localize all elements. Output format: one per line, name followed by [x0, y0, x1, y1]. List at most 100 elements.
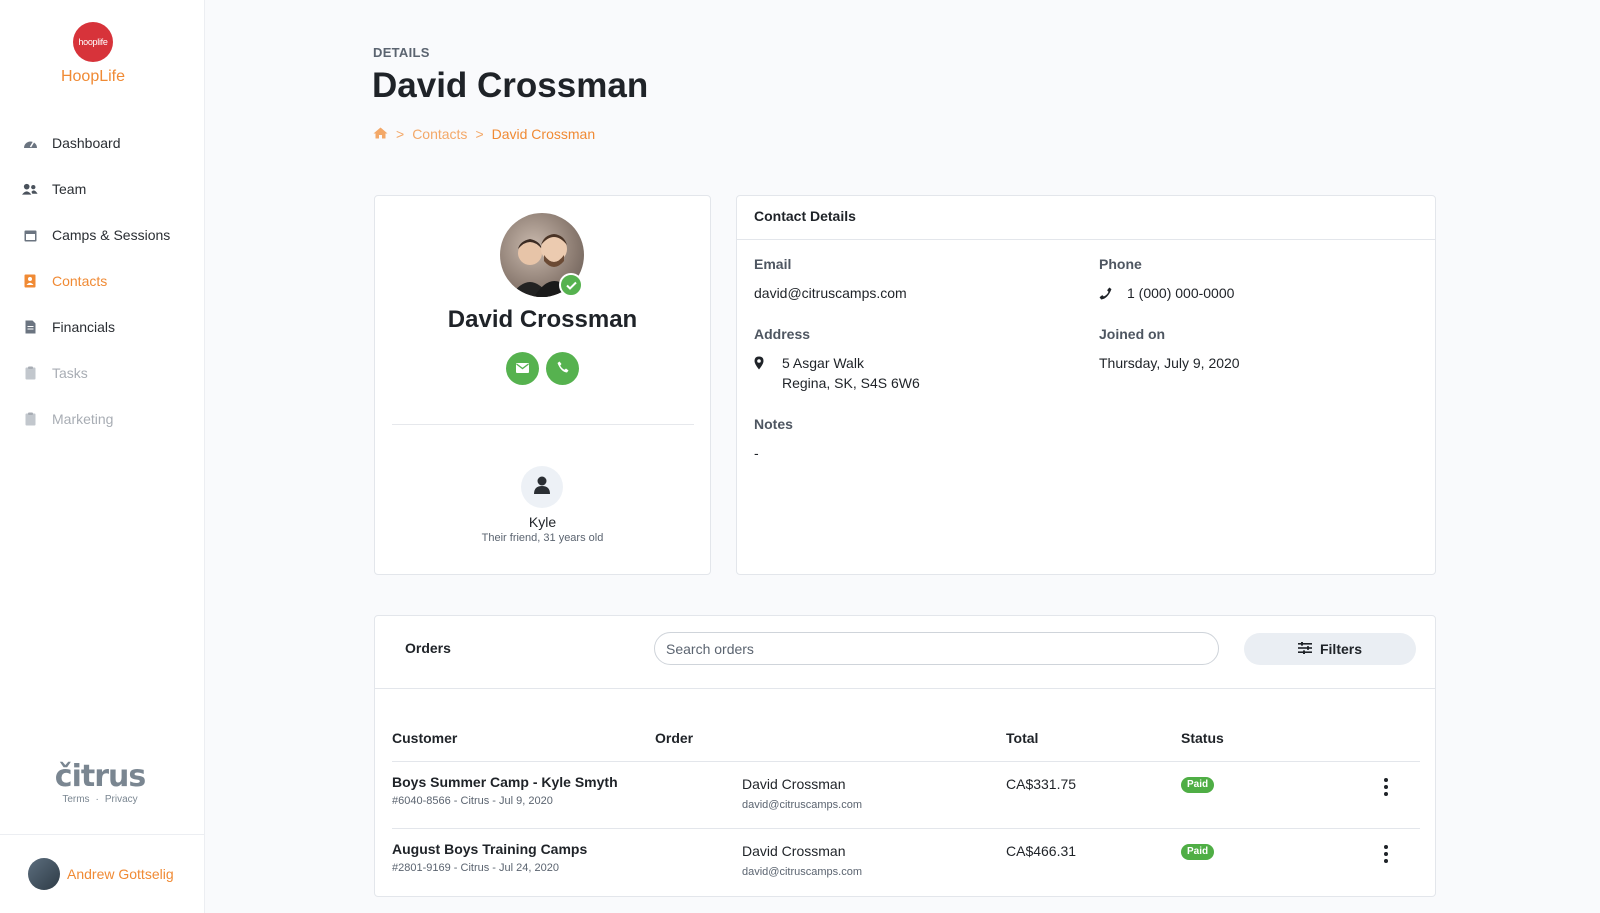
sidebar-item-label: Camps & Sessions: [52, 227, 171, 243]
order-email: david@citruscamps.com: [742, 799, 862, 811]
sliders-icon: [1297, 641, 1320, 657]
row-menu-button[interactable]: [1380, 845, 1392, 863]
email-field: Email david@citruscamps.com: [754, 256, 907, 303]
map-pin-icon: [754, 353, 782, 393]
order-title[interactable]: August Boys Training Camps: [392, 841, 587, 857]
search-input[interactable]: [654, 632, 1219, 665]
team-icon: [22, 181, 38, 197]
calendar-icon: [22, 227, 38, 243]
joined-label: Joined on: [1099, 326, 1166, 342]
breadcrumb: > Contacts > David Crossman: [373, 126, 595, 142]
contact-details-card: Contact Details Email david@citruscamps.…: [736, 195, 1436, 575]
status-badge: Paid: [1181, 844, 1215, 860]
kebab-dot: [1384, 785, 1388, 789]
joined-value: Thursday, July 9, 2020: [1099, 355, 1240, 371]
kebab-dot: [1384, 845, 1388, 849]
phone-label: Phone: [1099, 256, 1142, 272]
clipboard-icon: [22, 365, 38, 381]
sidebar-item-label: Marketing: [52, 411, 114, 427]
sidebar-item-label: Dashboard: [52, 135, 121, 151]
person-icon: [534, 476, 550, 499]
orders-title: Orders: [405, 640, 451, 656]
kebab-dot: [1384, 792, 1388, 796]
order-meta: #2801-9169 - Citrus - Jul 24, 2020: [392, 862, 559, 874]
page-title: David Crossman: [372, 66, 649, 105]
home-icon[interactable]: [373, 126, 388, 142]
column-header-status[interactable]: Status: [1181, 730, 1224, 746]
footer-separator: ·: [95, 794, 99, 805]
notes-field: Notes -: [754, 416, 793, 463]
sidebar-item-tasks[interactable]: Tasks: [22, 350, 170, 396]
email-label: Email: [754, 256, 792, 272]
order-title[interactable]: Boys Summer Camp - Kyle Smyth: [392, 774, 618, 790]
contact-details-heading: Contact Details: [737, 196, 1435, 240]
breadcrumb-contacts[interactable]: Contacts: [412, 126, 467, 142]
kebab-dot: [1384, 852, 1388, 856]
sidebar-item-camps-sessions[interactable]: Camps & Sessions: [22, 212, 170, 258]
email-value[interactable]: david@citruscamps.com: [754, 283, 907, 303]
call-button[interactable]: [546, 352, 579, 385]
column-header-order[interactable]: Order: [655, 730, 693, 746]
friend-name[interactable]: Kyle: [375, 514, 710, 530]
privacy-link[interactable]: Privacy: [105, 794, 138, 805]
phone-value[interactable]: 1 (000) 000-0000: [1127, 283, 1234, 305]
sidebar-item-marketing[interactable]: Marketing: [22, 396, 170, 442]
user-name: Andrew Gottselig: [67, 866, 174, 882]
footer-links: Terms · Privacy: [0, 794, 200, 805]
filters-button[interactable]: Filters: [1244, 633, 1416, 665]
sidebar-item-financials[interactable]: Financials: [22, 304, 170, 350]
order-customer: David Crossman: [742, 776, 846, 792]
breadcrumb-separator: >: [475, 126, 484, 142]
address-line-2: Regina, SK, S4S 6W6: [782, 375, 920, 391]
order-total: CA$331.75: [1006, 776, 1077, 792]
phone-icon: [557, 360, 569, 378]
orders-card: Orders Filters Customer Order Total Stat…: [374, 615, 1436, 897]
notes-label: Notes: [754, 416, 793, 432]
order-customer: David Crossman: [742, 843, 846, 859]
friend-avatar[interactable]: [521, 466, 563, 508]
sidebar-item-dashboard[interactable]: Dashboard: [22, 120, 170, 166]
filters-label: Filters: [1319, 641, 1362, 657]
column-header-customer[interactable]: Customer: [392, 730, 457, 746]
terms-link[interactable]: Terms: [62, 794, 89, 805]
order-email: david@citruscamps.com: [742, 866, 862, 878]
order-meta: #6040-8566 - Citrus - Jul 9, 2020: [392, 795, 553, 807]
sidebar: hooplife HoopLife Dashboard Team Camps &…: [0, 0, 205, 913]
contacts-icon: [22, 273, 38, 289]
email-button[interactable]: [506, 352, 539, 385]
sidebar-item-label: Team: [52, 181, 87, 197]
profile-divider: [392, 424, 694, 425]
phone-field: Phone 1 (000) 000-0000: [1099, 256, 1234, 305]
phone-icon: [1099, 283, 1127, 305]
sidebar-item-label: Contacts: [52, 273, 108, 289]
kebab-dot: [1384, 859, 1388, 863]
contact-actions: [506, 352, 579, 385]
page-eyebrow: DETAILS: [373, 45, 430, 60]
sidebar-nav: Dashboard Team Camps & Sessions Contacts…: [22, 120, 170, 442]
row-menu-button[interactable]: [1380, 778, 1392, 796]
brand-name: HoopLife: [60, 68, 126, 85]
envelope-icon: [516, 360, 529, 378]
row-divider: [392, 761, 1420, 762]
verified-check-icon: [559, 273, 583, 297]
address-field: Address 5 Asgar Walk Regina, SK, S4S 6W6: [754, 326, 920, 393]
clipboard-icon: [22, 411, 38, 427]
citrus-logo: čitrus: [54, 759, 146, 794]
sidebar-item-team[interactable]: Team: [22, 166, 170, 212]
column-header-total[interactable]: Total: [1006, 730, 1038, 746]
sidebar-item-contacts[interactable]: Contacts: [22, 258, 170, 304]
address-line-1: 5 Asgar Walk: [782, 355, 864, 371]
current-user[interactable]: Andrew Gottselig: [0, 834, 205, 913]
sidebar-item-label: Financials: [52, 319, 116, 335]
orders-divider: [375, 688, 1435, 689]
profile-card: David Crossman Kyle Their friend, 31 yea…: [374, 195, 711, 575]
document-icon: [22, 319, 38, 335]
hooplife-logo[interactable]: hooplife: [73, 22, 113, 62]
joined-field: Joined on Thursday, July 9, 2020: [1099, 326, 1240, 373]
breadcrumb-current: David Crossman: [491, 126, 596, 142]
breadcrumb-separator: >: [396, 126, 405, 142]
sidebar-item-label: Tasks: [52, 365, 88, 381]
dashboard-icon: [22, 135, 38, 151]
citrus-footer: čitrus Terms · Privacy: [0, 759, 200, 806]
friend-relation: Their friend, 31 years old: [481, 532, 604, 544]
